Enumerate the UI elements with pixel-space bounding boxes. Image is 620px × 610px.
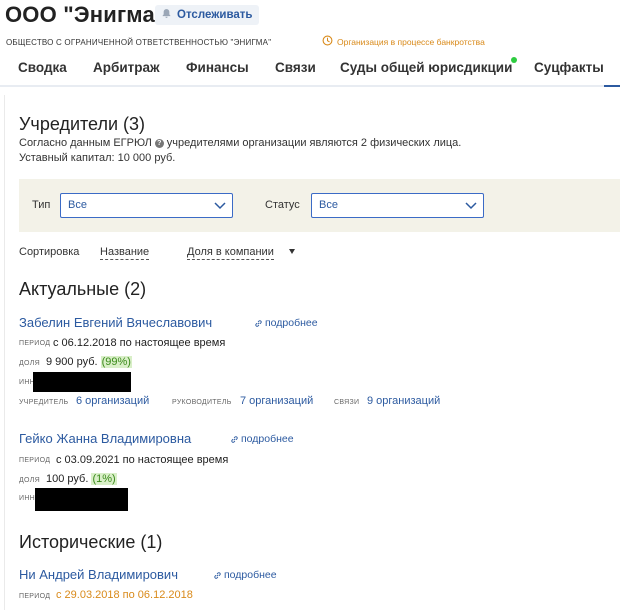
founder-name-link[interactable]: Забелин Евгений Вячеславович <box>19 315 212 330</box>
authorized-capital: Уставный капитал: 10 000 руб. <box>19 152 176 164</box>
status-filter-select[interactable]: Все <box>311 193 484 218</box>
redacted-inn <box>33 372 131 392</box>
details-label: подробнее <box>224 569 277 581</box>
details-label: подробнее <box>265 317 318 329</box>
link-icon <box>231 435 238 443</box>
details-link[interactable]: подробнее <box>213 569 277 581</box>
period-label: ПЕРИОД <box>19 457 51 464</box>
founder-of-label: УЧРЕДИТЕЛЬ <box>19 399 69 406</box>
historical-founders-title: Исторические (1) <box>19 532 163 552</box>
founder-name-link[interactable]: Ни Андрей Владимирович <box>19 567 178 582</box>
connections-label: СВЯЗИ <box>334 399 360 406</box>
share-amount: 9 900 руб. <box>46 356 98 368</box>
founders-note-suffix: учредителями организации являются 2 физи… <box>166 137 462 149</box>
chevron-down-icon <box>214 202 226 210</box>
share-percent: (1%) <box>91 473 117 485</box>
period-value: с 29.03.2018 по 06.12.2018 <box>56 589 193 601</box>
founder-name-link[interactable]: Гейко Жанна Владимировна <box>19 431 191 446</box>
head-of-link[interactable]: 7 организаций <box>240 395 313 407</box>
share-label: ДОЛЯ <box>19 477 40 484</box>
founders-note: Согласно данным ЕГРЮЛ ? учредителями орг… <box>19 137 461 149</box>
filter-bar: Тип Все Статус Все <box>19 179 620 232</box>
founder-of-link[interactable]: 6 организаций <box>76 395 149 407</box>
share-amount: 100 руб. <box>46 473 89 485</box>
status-filter-label: Статус <box>265 199 300 211</box>
redacted-inn <box>35 488 128 511</box>
period-value: с 03.09.2021 по настоящее время <box>56 454 229 466</box>
connections-link[interactable]: 9 организаций <box>367 395 440 407</box>
details-link[interactable]: подробнее <box>230 433 294 445</box>
period-label: ПЕРИОД <box>19 593 51 600</box>
share-label: ДОЛЯ <box>19 360 40 367</box>
sort-by-share-link[interactable]: Доля в компании <box>187 246 274 260</box>
actual-founders-title: Актуальные (2) <box>19 279 147 299</box>
status-filter-value: Все <box>319 199 338 211</box>
details-link[interactable]: подробнее <box>254 317 318 329</box>
sort-desc-icon <box>289 249 295 254</box>
link-icon <box>255 319 262 327</box>
chevron-down-icon <box>465 202 477 210</box>
inn-label: ИНН <box>19 495 36 502</box>
head-of-label: РУКОВОДИТЕЛЬ <box>172 399 232 406</box>
founders-panel: Учредители (3) Согласно данным ЕГРЮЛ ? у… <box>0 0 620 610</box>
share-value: 9 900 руб. (99%) <box>46 356 132 368</box>
type-filter-label: Тип <box>32 199 51 211</box>
panel-left-border <box>4 95 5 610</box>
type-filter-value: Все <box>68 199 87 211</box>
share-value: 100 руб. (1%) <box>46 473 117 485</box>
link-icon <box>214 571 221 579</box>
type-filter-select[interactable]: Все <box>60 193 233 218</box>
sort-by-name-link[interactable]: Название <box>100 246 150 260</box>
period-label: ПЕРИОД <box>19 340 51 347</box>
founders-title: Учредители (3) <box>19 114 146 134</box>
details-label: подробнее <box>241 433 294 445</box>
sort-label: Сортировка <box>19 246 80 258</box>
period-value: с 06.12.2018 по настоящее время <box>53 337 226 349</box>
info-icon[interactable]: ? <box>154 138 164 148</box>
share-percent: (99%) <box>100 356 132 368</box>
founders-note-prefix: Согласно данным ЕГРЮЛ <box>19 137 152 149</box>
